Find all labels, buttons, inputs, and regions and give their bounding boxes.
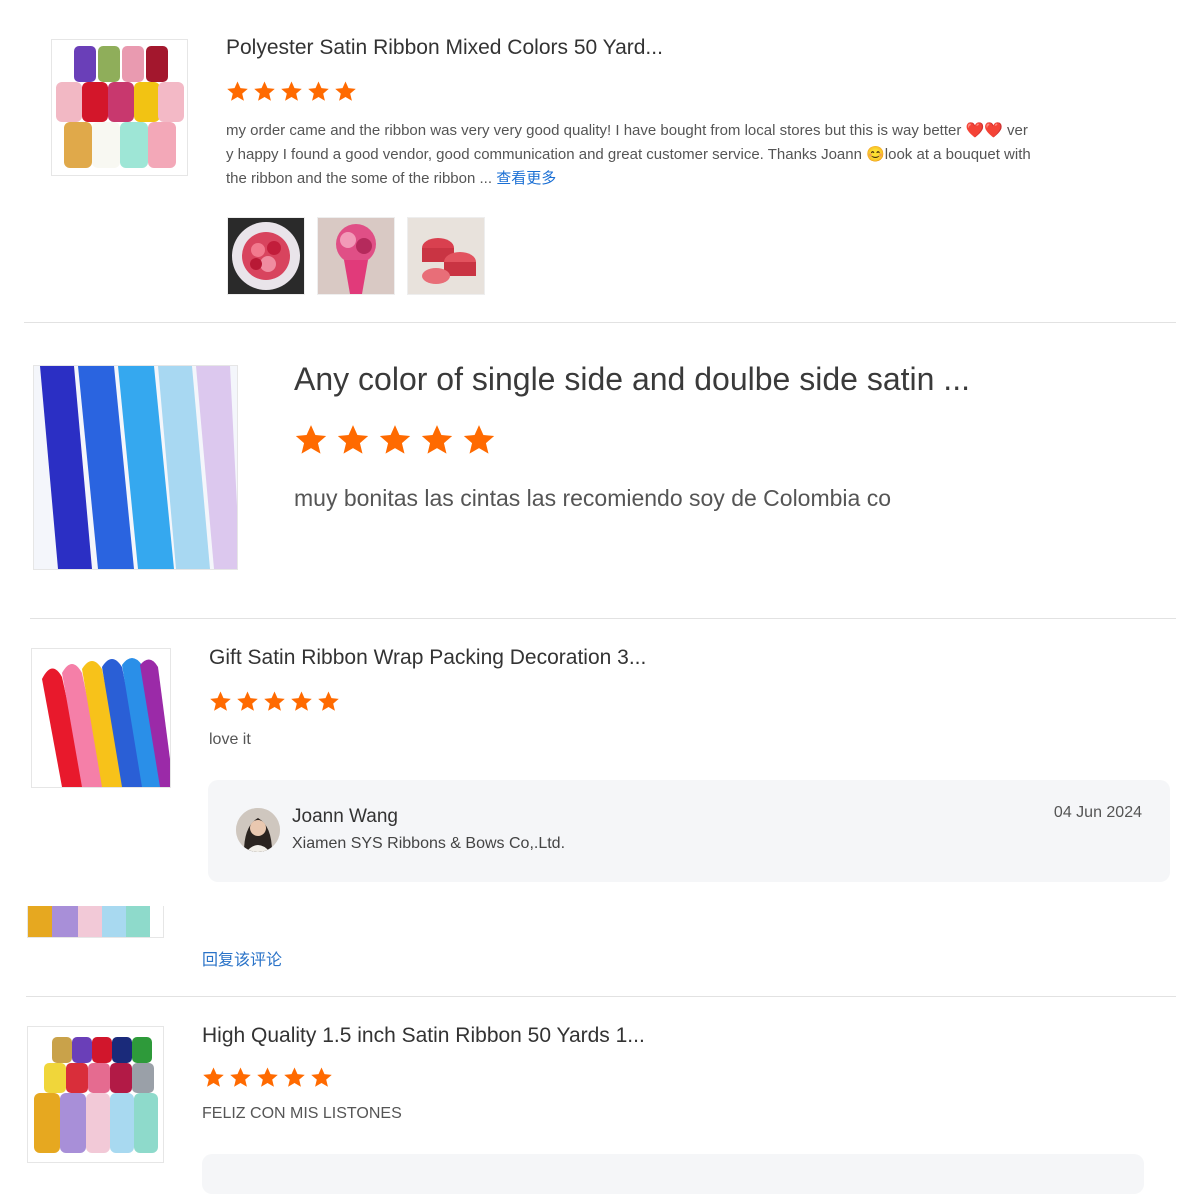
review-text: FELIZ CON MIS LISTONES [202, 1105, 402, 1122]
seller-reply-box: Joann Wang Xiamen SYS Ribbons & Bows Co,… [208, 780, 1170, 882]
review-text-line: y happy I found a good vendor, good comm… [226, 146, 1031, 163]
star-icon [284, 1067, 305, 1087]
star-rating [226, 80, 357, 103]
star-icon [227, 81, 248, 101]
reply-to-review-link[interactable]: 回复该评论 [202, 946, 282, 970]
review-text: love it [209, 731, 251, 748]
product-title[interactable]: High Quality 1.5 inch Satin Ribbon 50 Ya… [202, 1024, 645, 1048]
star-icon [281, 81, 302, 101]
product-thumbnail-partial [27, 906, 164, 938]
review-photo-bouquet-2[interactable] [317, 217, 395, 295]
review-text: my order came and the ribbon was very ve… [226, 119, 1126, 191]
product-thumbnail[interactable] [27, 1026, 164, 1163]
star-icon [257, 1067, 278, 1087]
seller-reply-box [202, 1154, 1144, 1194]
product-thumbnail[interactable] [33, 365, 238, 570]
star-icon [311, 1067, 332, 1087]
seller-name: Joann Wang [292, 806, 398, 827]
star-icon [318, 691, 339, 711]
review-photo-bouquet-1[interactable] [227, 217, 305, 295]
star-icon [335, 81, 356, 101]
star-icon [203, 1067, 224, 1087]
review-photo-ribbon-rolls[interactable] [407, 217, 485, 295]
star-icon [264, 691, 285, 711]
review-divider [26, 996, 1176, 997]
product-thumbnail[interactable] [51, 39, 188, 176]
star-icon [379, 425, 411, 454]
product-thumbnail[interactable] [31, 648, 171, 788]
reply-date: 04 Jun 2024 [1053, 804, 1142, 821]
star-icon [295, 425, 327, 454]
star-icon [421, 425, 453, 454]
star-icon [308, 81, 329, 101]
star-icon [230, 1067, 251, 1087]
review-text-line: the ribbon and the some of the ribbon ..… [226, 170, 493, 187]
star-icon [463, 425, 495, 454]
product-title[interactable]: Any color of single side and doulbe side… [294, 361, 970, 398]
review-text: muy bonitas las cintas las recomiendo so… [294, 485, 892, 511]
review-text-line: my order came and the ribbon was very ve… [226, 122, 1028, 139]
star-icon [254, 81, 275, 101]
seller-company: Xiamen SYS Ribbons & Bows Co,.Ltd. [292, 835, 566, 852]
star-rating [294, 423, 496, 457]
review-divider [30, 618, 1176, 619]
review-divider [24, 322, 1176, 323]
avatar [236, 808, 280, 852]
star-rating [202, 1066, 333, 1089]
star-icon [337, 425, 369, 454]
star-icon [210, 691, 231, 711]
star-rating [209, 690, 340, 713]
product-title[interactable]: Gift Satin Ribbon Wrap Packing Decoratio… [209, 646, 646, 670]
star-icon [237, 691, 258, 711]
product-title[interactable]: Polyester Satin Ribbon Mixed Colors 50 Y… [226, 36, 663, 60]
star-icon [291, 691, 312, 711]
see-more-link[interactable]: 查看更多 [496, 170, 556, 187]
